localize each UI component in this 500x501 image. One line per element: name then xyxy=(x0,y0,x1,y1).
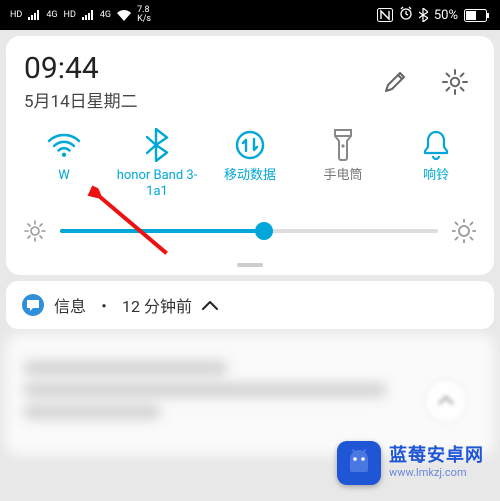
brightness-slider[interactable] xyxy=(60,229,438,233)
qs-bluetooth-label: honor Band 3-1a1 xyxy=(115,168,199,201)
wifi-icon xyxy=(47,128,81,162)
signal-icon-1 xyxy=(28,10,40,20)
brightness-high-icon xyxy=(452,219,476,243)
chevron-up-icon[interactable] xyxy=(202,294,218,315)
watermark: 蓝莓安卓网 www.lmkzj.com xyxy=(331,435,490,491)
qs-bluetooth[interactable]: honor Band 3-1a1 xyxy=(115,128,199,201)
mobile-data-icon xyxy=(233,128,267,162)
qs-flashlight-label: 手电筒 xyxy=(323,168,362,200)
alarm-icon xyxy=(399,6,413,24)
qs-mobile-data-label: 移动数据 xyxy=(224,168,276,200)
qs-wifi[interactable]: W xyxy=(22,128,106,201)
wifi-status-icon xyxy=(117,10,131,21)
brightness-low-icon xyxy=(24,220,46,242)
pencil-icon xyxy=(381,68,409,96)
drag-handle-icon xyxy=(237,263,263,267)
notification-age: 12 分钟前 xyxy=(122,293,192,317)
battery-percent: 50% xyxy=(434,8,458,23)
watermark-text: 蓝莓安卓网 www.lmkzj.com xyxy=(389,446,484,479)
quick-settings-panel: 09:44 5月14日星期二 W honor Band 3-1a1 xyxy=(6,36,494,275)
qs-flashlight[interactable]: 手电筒 xyxy=(301,128,385,201)
qs-mobile-data[interactable]: 移动数据 xyxy=(208,128,292,201)
watermark-logo-icon xyxy=(337,441,381,485)
watermark-url: www.lmkzj.com xyxy=(389,467,484,480)
bluetooth-status-icon xyxy=(419,8,428,22)
brightness-thumb[interactable] xyxy=(255,222,273,240)
hd-badge-1: HD xyxy=(10,10,22,20)
status-left: HD 4G HD 4G 7.8 K/s xyxy=(10,6,151,24)
panel-header: 09:44 5月14日星期二 xyxy=(20,46,480,122)
redaction-patch xyxy=(18,196,102,218)
qs-ringer[interactable]: 响铃 xyxy=(394,128,478,201)
net-type-1: 4G xyxy=(46,10,57,20)
speed-unit: K/s xyxy=(137,15,151,24)
panel-handle-row[interactable] xyxy=(20,259,480,275)
qs-ringer-label: 响铃 xyxy=(423,168,449,200)
clock-time: 09:44 xyxy=(24,52,138,85)
flashlight-icon xyxy=(326,128,360,162)
status-right: 50% xyxy=(377,6,490,24)
gear-icon xyxy=(440,67,470,97)
nfc-icon xyxy=(377,8,393,22)
notification-card[interactable]: 信息 ・ 12 分钟前 xyxy=(6,281,494,329)
floating-button[interactable] xyxy=(424,379,468,423)
notification-separator: ・ xyxy=(96,293,112,317)
quick-settings-row: W honor Band 3-1a1 移动数据 手电筒 响铃 xyxy=(20,122,480,205)
network-speed: 7.8 K/s xyxy=(137,6,151,24)
battery-icon xyxy=(464,9,490,22)
chevron-up-icon xyxy=(437,392,455,410)
watermark-title: 蓝莓安卓网 xyxy=(389,446,484,467)
notification-app-name: 信息 xyxy=(54,293,86,317)
signal-icon-2 xyxy=(82,10,94,20)
settings-button[interactable] xyxy=(434,61,476,103)
clock-date: 5月14日星期二 xyxy=(24,87,138,112)
bluetooth-icon xyxy=(140,128,174,162)
bell-icon xyxy=(419,128,453,162)
hd-badge-2: HD xyxy=(64,10,76,20)
brightness-fill xyxy=(60,229,264,233)
edit-button[interactable] xyxy=(374,61,416,103)
time-block[interactable]: 09:44 5月14日星期二 xyxy=(24,52,138,112)
message-app-icon xyxy=(22,294,44,316)
status-bar: HD 4G HD 4G 7.8 K/s 50% xyxy=(0,0,500,30)
net-type-2: 4G xyxy=(100,10,111,20)
